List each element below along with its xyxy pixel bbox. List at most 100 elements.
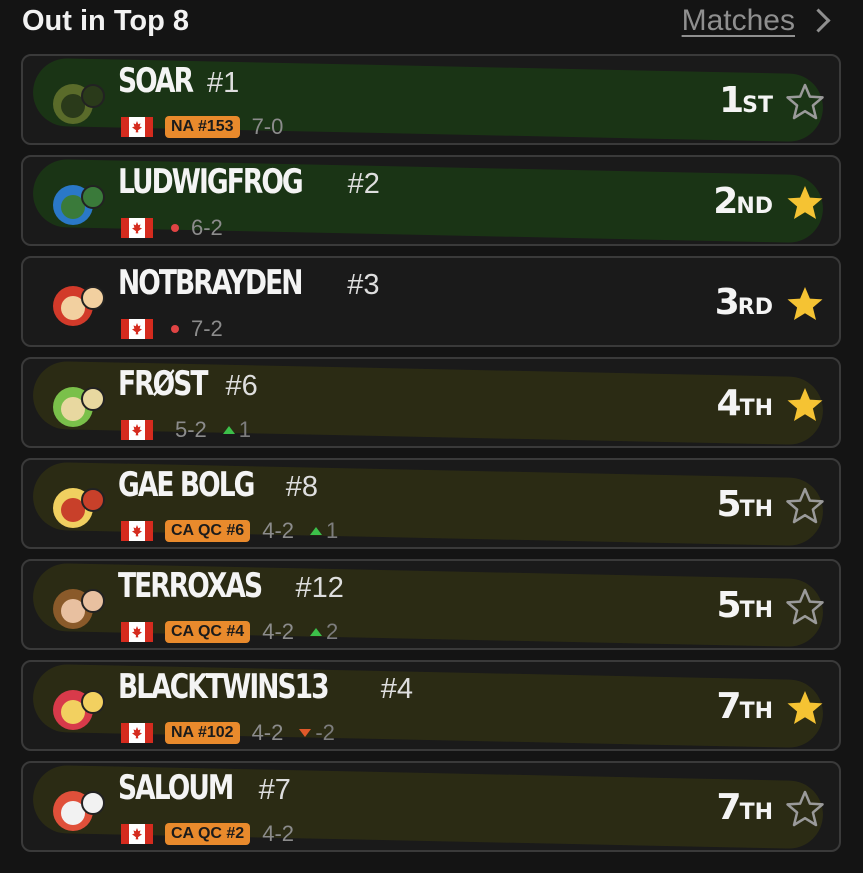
- placement-suffix: TH: [739, 396, 773, 421]
- character-avatar-icon: [47, 581, 107, 633]
- player-list: SOAR #1 NA #153 7-0 1ST LUDWIGFROG #2 6-2 2ND NOT…: [21, 54, 841, 862]
- player-name[interactable]: SALOUM: [118, 768, 234, 808]
- placement-suffix: RD: [737, 295, 773, 320]
- player-meta: CA QC #2 4-2: [121, 821, 294, 847]
- player-name[interactable]: LUDWIGFROG: [118, 162, 304, 202]
- player-name[interactable]: GAE BOLG: [118, 465, 255, 505]
- player-seed: #7: [258, 774, 291, 806]
- placement: 2ND: [713, 181, 773, 222]
- player-seed: #6: [225, 370, 258, 402]
- player-seed: #8: [285, 471, 318, 503]
- character-avatar-icon: [47, 379, 107, 431]
- placement-number: 5: [716, 484, 742, 525]
- player-name[interactable]: FRØST: [118, 364, 208, 404]
- seed-trend: 1: [310, 518, 338, 544]
- trend-value: -2: [315, 720, 335, 745]
- placement: 1ST: [719, 80, 773, 121]
- character-avatar-icon: [47, 682, 107, 734]
- player-row[interactable]: TERROXAS #12 CA QC #4 4-2 2 5TH: [21, 559, 841, 650]
- player-name-line: SOAR #1: [118, 61, 239, 101]
- player-seed: #3: [347, 269, 380, 301]
- win-loss-record: 4-2: [262, 518, 294, 543]
- placement-number: 7: [716, 686, 742, 727]
- character-avatar-icon: [47, 76, 107, 128]
- star-outline-icon[interactable]: [785, 587, 825, 627]
- section-title: Out in Top 8: [22, 5, 189, 37]
- player-row[interactable]: FRØST #6 5-2 1 4TH: [21, 357, 841, 448]
- ranking-badge: NA #153: [165, 116, 240, 138]
- header: Out in Top 8 Matches: [0, 0, 863, 50]
- player-name[interactable]: TERROXAS: [118, 566, 263, 606]
- arrow-down-icon: [299, 729, 312, 737]
- trend-value: 1: [326, 518, 339, 543]
- canada-flag-icon: [121, 117, 153, 137]
- seed-trend: -2: [299, 720, 335, 746]
- win-loss-record: 4-2: [262, 619, 294, 644]
- ranking-badge: CA QC #6: [165, 520, 251, 542]
- player-meta: NA #153 7-0: [121, 114, 283, 140]
- star-outline-icon[interactable]: [785, 789, 825, 829]
- player-meta: NA #102 4-2 -2: [121, 720, 335, 746]
- player-name[interactable]: SOAR: [118, 61, 194, 101]
- trend-value: 2: [326, 619, 339, 644]
- trend-value: 1: [238, 417, 252, 442]
- arrow-up-icon: [310, 527, 322, 535]
- arrow-up-icon: [222, 426, 235, 434]
- player-name-line: SALOUM #7: [118, 768, 291, 808]
- placement-number: 7: [716, 787, 742, 828]
- player-meta: 5-2 1: [121, 417, 251, 443]
- placement-suffix: ND: [736, 194, 773, 219]
- placement: 7TH: [717, 787, 773, 828]
- character-avatar-icon: [47, 480, 107, 532]
- player-row[interactable]: LUDWIGFROG #2 6-2 2ND: [21, 155, 841, 246]
- player-seed: #4: [380, 673, 414, 705]
- player-name[interactable]: BLACKTWINS13: [118, 667, 330, 707]
- placement: 5TH: [717, 484, 773, 525]
- player-meta: 7-2: [121, 316, 223, 342]
- placement: 7TH: [717, 686, 773, 727]
- placement-number: 5: [716, 585, 742, 626]
- chevron-right-icon[interactable]: [806, 8, 831, 33]
- star-outline-icon[interactable]: [785, 82, 825, 122]
- canada-flag-icon: [121, 521, 153, 541]
- ranking-badge: CA QC #2: [165, 823, 251, 845]
- seed-trend: 1: [222, 417, 252, 443]
- player-meta: 6-2: [121, 215, 223, 241]
- star-filled-icon[interactable]: [785, 183, 825, 223]
- star-filled-icon[interactable]: [785, 385, 825, 425]
- win-loss-record: 4-2: [251, 720, 284, 745]
- player-meta: CA QC #6 4-2 1: [121, 518, 338, 544]
- win-loss-record: 7-2: [191, 316, 223, 341]
- win-loss-record: 6-2: [191, 215, 223, 240]
- player-name[interactable]: NOTBRAYDEN: [118, 263, 303, 303]
- player-name-line: NOTBRAYDEN #3: [118, 263, 380, 303]
- canada-flag-icon: [121, 218, 153, 238]
- player-name-line: LUDWIGFROG #2: [118, 162, 380, 202]
- matches-link[interactable]: Matches: [682, 4, 795, 38]
- star-filled-icon[interactable]: [785, 284, 825, 324]
- placement-suffix: TH: [739, 800, 773, 825]
- win-loss-record: 4-2: [262, 821, 294, 846]
- player-row[interactable]: GAE BOLG #8 CA QC #6 4-2 1 5TH: [21, 458, 841, 549]
- placement: 4TH: [717, 383, 773, 424]
- status-dot-icon: [171, 325, 179, 333]
- player-row[interactable]: SALOUM #7 CA QC #2 4-2 7TH: [21, 761, 841, 852]
- seed-trend: 2: [310, 619, 338, 645]
- star-outline-icon[interactable]: [785, 486, 825, 526]
- player-row[interactable]: BLACKTWINS13 #4 NA #102 4-2 -2 7TH: [21, 660, 841, 751]
- placement-suffix: TH: [739, 598, 773, 623]
- win-loss-record: 7-0: [251, 114, 284, 139]
- player-row[interactable]: SOAR #1 NA #153 7-0 1ST: [21, 54, 841, 145]
- player-row[interactable]: NOTBRAYDEN #3 7-2 3RD: [21, 256, 841, 347]
- canada-flag-icon: [121, 319, 153, 339]
- placement-number: 2: [713, 181, 738, 222]
- character-avatar-icon: [47, 278, 107, 330]
- canada-flag-icon: [121, 723, 153, 743]
- star-filled-icon[interactable]: [785, 688, 825, 728]
- player-seed: #1: [206, 67, 240, 99]
- player-seed: #12: [295, 572, 344, 604]
- player-name-line: BLACKTWINS13 #4: [118, 667, 413, 707]
- placement-number: 3: [714, 282, 740, 323]
- placement-suffix: ST: [742, 93, 773, 118]
- placement: 5TH: [717, 585, 773, 626]
